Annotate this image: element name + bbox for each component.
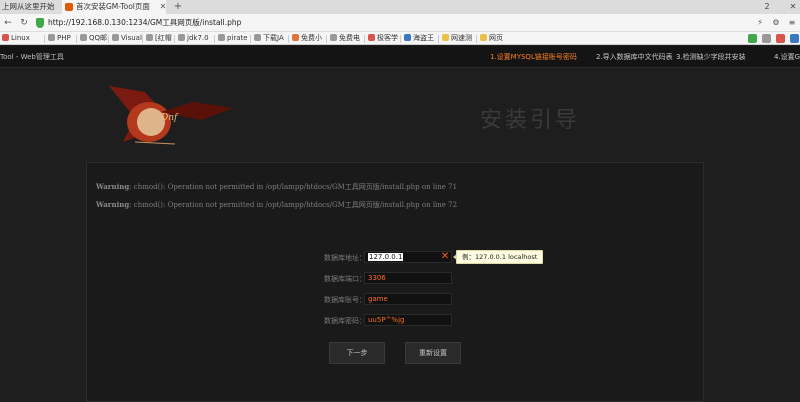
window-close-icon[interactable]: ✕ xyxy=(786,0,800,14)
bookmark-item[interactable]: 海盗王 xyxy=(404,32,434,44)
bookmark-icon xyxy=(112,34,119,41)
db-host-hint: 例：127.0.0.1 localhost xyxy=(452,250,544,264)
bookmark-item[interactable]: PHP xyxy=(48,32,71,44)
bookmark-icon xyxy=(254,34,261,41)
menu-icon[interactable]: ≡ xyxy=(786,17,798,29)
db-host-value: 127.0.0.1 xyxy=(368,253,404,261)
bookmark-icon xyxy=(48,34,55,41)
url-input[interactable]: http://192.168.0.130:1234/GM工具网页版/instal… xyxy=(48,14,241,32)
extension-icon[interactable] xyxy=(776,34,785,43)
new-tab-button[interactable]: + xyxy=(172,0,184,14)
db-user-input[interactable]: game xyxy=(364,293,452,305)
bookmark-icon xyxy=(178,34,185,41)
tab-close-icon[interactable]: ✕ xyxy=(158,0,168,14)
bookmark-item[interactable]: Linux xyxy=(2,32,30,44)
address-bar: ← ↻ http://192.168.0.130:1234/GM工具网页版/in… xyxy=(0,14,800,32)
db-pass-input[interactable]: uu5P^%jg xyxy=(364,314,452,326)
app-title: Tool - Web管理工具 xyxy=(0,53,64,61)
security-shield-icon xyxy=(36,18,44,28)
bookmark-icon xyxy=(146,34,153,41)
bookmark-icon xyxy=(330,34,337,41)
bookmark-icon xyxy=(368,34,375,41)
bookmark-icon xyxy=(80,34,87,41)
bookmark-item[interactable]: 网速测 xyxy=(442,32,472,44)
step-4[interactable]: 4.设置G xyxy=(774,46,800,68)
db-host-input[interactable]: 127.0.0.1 xyxy=(364,251,452,263)
window-badge[interactable]: 2 xyxy=(760,0,774,14)
bookmark-icon xyxy=(480,34,487,41)
page-title: 安装引导 xyxy=(480,108,581,133)
reset-button[interactable]: 重新设置 xyxy=(405,342,461,364)
lightning-icon[interactable]: ⚡ xyxy=(754,17,766,29)
db-host-label: 数据库地址： xyxy=(324,254,366,262)
bookmark-item[interactable]: [红帽 xyxy=(146,32,172,44)
bookmark-item[interactable]: 免费电 xyxy=(330,32,360,44)
db-port-label: 数据库端口： xyxy=(324,275,366,283)
extension-icon[interactable] xyxy=(762,34,771,43)
logo-text: Dnf xyxy=(160,113,179,123)
browser-tab-bar: 上网从这里开始 首次安装GM-Tool页面 ✕ + 2 ✕ xyxy=(0,0,800,14)
gear-icon[interactable]: ⚙ xyxy=(770,17,782,29)
tab-install-label: 首次安装GM-Tool页面 xyxy=(76,2,150,11)
bookmark-icon xyxy=(218,34,225,41)
warning-message: Warning: chmod(): Operation not permitte… xyxy=(96,182,458,191)
extension-icon[interactable] xyxy=(748,34,757,43)
reload-icon[interactable]: ↻ xyxy=(18,17,30,29)
warning-message: Warning: chmod(): Operation not permitte… xyxy=(96,200,458,209)
bookmark-item[interactable]: 下载JA xyxy=(254,32,284,44)
extension-icon[interactable] xyxy=(790,34,799,43)
bookmark-item[interactable]: jdk7.0 xyxy=(178,32,209,44)
bookmark-item[interactable]: 极客学 xyxy=(368,32,398,44)
bookmark-item[interactable]: 免费小 xyxy=(292,32,322,44)
tab-home[interactable]: 上网从这里开始 xyxy=(0,0,60,14)
bookmark-icon xyxy=(2,34,9,41)
step-1[interactable]: 1.设置MYSQL链接账号密码 xyxy=(490,46,577,68)
site-favicon-icon xyxy=(65,3,73,11)
dnf-logo: Dnf xyxy=(105,82,240,154)
back-icon[interactable]: ← xyxy=(2,17,14,29)
bookmark-item[interactable]: 网页 xyxy=(480,32,503,44)
install-steps-nav: Tool - Web管理工具 1.设置MYSQL链接账号密码 2.导入数据库中文… xyxy=(0,46,800,68)
next-button[interactable]: 下一步 xyxy=(329,342,385,364)
tab-install[interactable]: 首次安装GM-Tool页面 xyxy=(62,0,166,14)
bookmarks-bar: Linux PHP QQ邮 Visual [红帽 jdk7.0 pirate 下… xyxy=(0,32,800,45)
bookmark-item[interactable]: Visual xyxy=(112,32,142,44)
dnf-logo-icon: Dnf xyxy=(109,86,233,145)
bookmark-item[interactable]: QQ邮 xyxy=(80,32,107,44)
bookmark-item[interactable]: pirate xyxy=(218,32,248,44)
db-port-input[interactable]: 3306 xyxy=(364,272,452,284)
step-2[interactable]: 2.导入数据库中文代码表 xyxy=(596,46,673,68)
step-3[interactable]: 3.检测缺少字段并安装 xyxy=(676,46,746,68)
db-pass-label: 数据库密码： xyxy=(324,317,366,325)
bookmark-icon xyxy=(442,34,449,41)
db-user-label: 数据库账号： xyxy=(324,296,366,304)
clear-field-icon[interactable]: ✕ xyxy=(440,252,450,262)
bookmark-icon xyxy=(292,34,299,41)
bookmark-icon xyxy=(404,34,411,41)
